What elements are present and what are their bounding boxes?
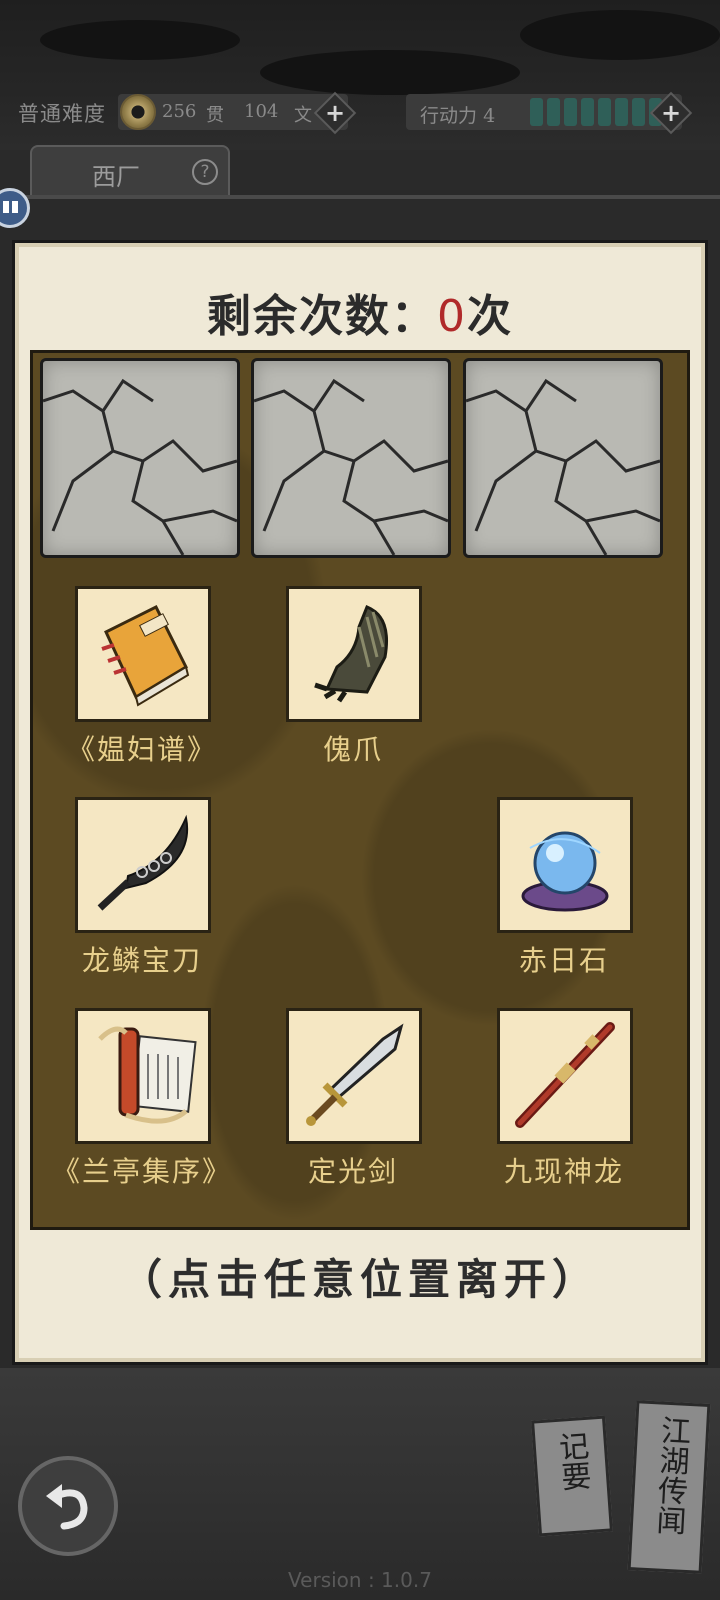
action-points-display: 行动力 4	[406, 94, 682, 130]
remaining-attempts: 剩余次数：0次	[0, 280, 720, 344]
cloud	[520, 10, 720, 60]
action-point-segment	[530, 98, 543, 126]
tap-to-leave-hint: （点击任意位置离开）	[119, 1255, 600, 1304]
status-bar: 普通难度 256 贯 104 文 + 行动力 4 +	[0, 91, 720, 135]
book-icon	[101, 604, 190, 707]
notes-card-label: 记要	[552, 1429, 592, 1493]
plus-icon: +	[324, 99, 346, 127]
item-label: 《媪妇谱》	[66, 733, 217, 766]
guan-unit: 贯	[206, 105, 224, 126]
tab-xichang[interactable]: 西厂 ?	[30, 145, 230, 197]
rumors-card-label: 江湖传闻	[649, 1414, 691, 1536]
version-label: Version : 1.0.7	[288, 1568, 432, 1592]
item-tile-sword[interactable]	[286, 1008, 422, 1144]
back-button[interactable]	[18, 1456, 118, 1556]
remaining-unit: 次	[467, 291, 513, 342]
crystal-orb-icon	[521, 831, 609, 912]
coin-icon	[120, 94, 156, 130]
undo-arrow-icon	[46, 1484, 88, 1530]
item-tile-claw[interactable]	[286, 586, 422, 722]
wen-unit: 文	[294, 105, 312, 126]
item-tile-book[interactable]	[75, 586, 211, 722]
help-icon[interactable]: ?	[192, 159, 218, 185]
cracked-stone-slab[interactable]	[463, 358, 663, 558]
action-point-segment	[632, 98, 645, 126]
saber-icon	[97, 814, 189, 911]
action-point-segment	[615, 98, 628, 126]
action-point-segment	[547, 98, 560, 126]
item-label: 傀爪	[322, 733, 383, 766]
plus-icon: +	[660, 99, 682, 127]
action-point-segment	[564, 98, 577, 126]
claw-gauntlet-icon	[314, 605, 388, 703]
action-point-segment	[598, 98, 611, 126]
item-tile-orb[interactable]	[497, 797, 633, 933]
cracked-stone-slab[interactable]	[40, 358, 240, 558]
notes-card[interactable]: 记要	[531, 1415, 613, 1537]
item-label: 龙鳞宝刀	[81, 944, 202, 977]
item-label: 定光剑	[307, 1155, 398, 1188]
action-points-label: 行动力 4	[420, 105, 496, 127]
cloud	[40, 20, 240, 60]
action-point-segment	[581, 98, 594, 126]
chat-bubble-icon[interactable]	[0, 188, 30, 228]
remaining-count: 0	[437, 291, 467, 342]
item-label: 九现神龙	[503, 1155, 624, 1188]
scroll-icon	[98, 1026, 197, 1124]
cracked-stone-slab[interactable]	[251, 358, 451, 558]
rumors-card[interactable]: 江湖传闻	[627, 1400, 711, 1574]
item-label: 赤日石	[518, 944, 609, 977]
item-label: 《兰亭集序》	[51, 1155, 232, 1188]
sword-icon	[306, 1023, 404, 1126]
item-tile-staff[interactable]	[497, 1008, 633, 1144]
staff-icon	[515, 1022, 615, 1128]
wen-value: 104	[244, 101, 279, 122]
tab-label: 西厂	[92, 163, 140, 191]
tab-bar-divider	[0, 195, 720, 199]
item-tile-scroll[interactable]	[75, 1008, 211, 1144]
cloud	[260, 50, 520, 95]
remaining-label: 剩余次数：	[207, 291, 437, 342]
difficulty-label: 普通难度	[18, 102, 106, 126]
guan-value: 256	[162, 101, 197, 122]
item-tile-saber[interactable]	[75, 797, 211, 933]
